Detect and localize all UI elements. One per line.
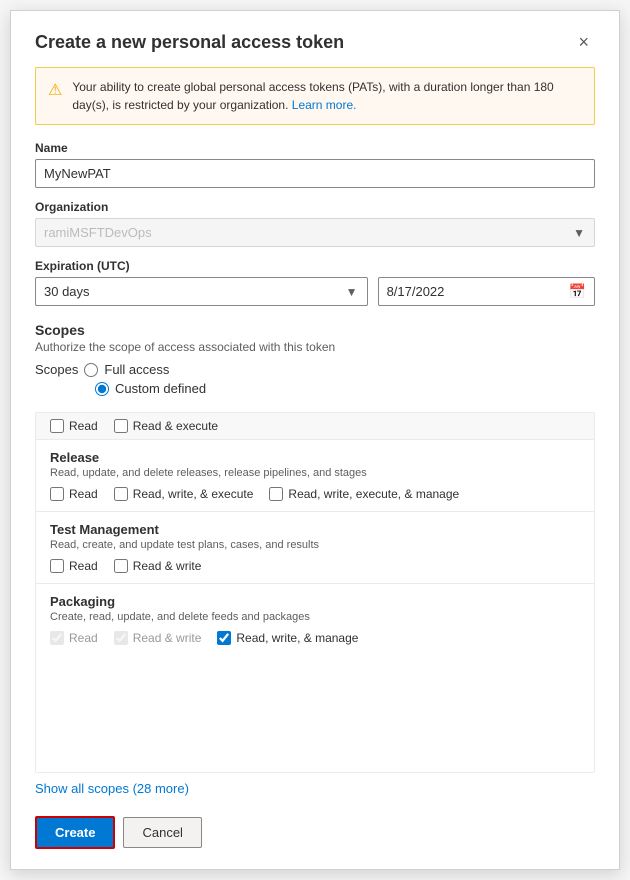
expiration-field-group: Expiration (UTC) 30 days 7 days 14 days … xyxy=(35,259,595,322)
warning-text: Your ability to create global personal a… xyxy=(72,78,582,114)
release-rwem-item: Read, write, execute, & manage xyxy=(269,487,459,501)
packaging-scope-section: Packaging Create, read, update, and dele… xyxy=(36,584,594,655)
learn-more-link[interactable]: Learn more. xyxy=(292,98,357,112)
packaging-rw-checkbox[interactable] xyxy=(114,631,128,645)
date-input[interactable] xyxy=(387,284,563,299)
scopes-description: Authorize the scope of access associated… xyxy=(35,340,595,354)
footer-buttons: Create Cancel xyxy=(35,816,595,849)
scopes-scroll-area[interactable]: Read Read & execute Release Read, update… xyxy=(36,413,594,733)
release-rwe-item: Read, write, & execute xyxy=(114,487,254,501)
custom-defined-label: Custom defined xyxy=(115,381,206,396)
packaging-read-item: Read xyxy=(50,631,98,645)
organization-field-group: Organization ramiMSFTDevOps ▼ xyxy=(35,200,595,259)
expiration-row: 30 days 7 days 14 days 90 days Custom de… xyxy=(35,277,595,306)
release-desc: Read, update, and delete releases, relea… xyxy=(50,467,580,479)
release-read-label: Read xyxy=(69,487,98,501)
calendar-icon: 📅 xyxy=(569,283,586,300)
create-button[interactable]: Create xyxy=(35,816,115,849)
release-title: Release xyxy=(50,450,580,465)
release-scope-section: Release Read, update, and delete release… xyxy=(36,440,594,512)
packaging-checkboxes: Read Read & write Read, write, & manage xyxy=(50,631,580,645)
partial-read-item: Read xyxy=(50,419,98,433)
scopes-section: Scopes Authorize the scope of access ass… xyxy=(35,322,595,400)
custom-defined-radio[interactable] xyxy=(95,382,109,396)
dialog-header: Create a new personal access token × xyxy=(35,31,595,53)
scopes-content-box: Read Read & execute Release Read, update… xyxy=(35,412,595,773)
create-pat-dialog: Create a new personal access token × ⚠ Y… xyxy=(10,10,620,870)
release-rwe-label: Read, write, & execute xyxy=(133,487,254,501)
packaging-rw-label: Read & write xyxy=(133,631,202,645)
release-read-checkbox[interactable] xyxy=(50,487,64,501)
release-checkboxes: Read Read, write, & execute Read, write,… xyxy=(50,487,580,501)
test-management-scope-section: Test Management Read, create, and update… xyxy=(36,512,594,584)
packaging-rwm-checkbox[interactable] xyxy=(217,631,231,645)
test-mgmt-checkboxes: Read Read & write xyxy=(50,559,580,573)
full-access-radio[interactable] xyxy=(84,363,98,377)
org-select: ramiMSFTDevOps xyxy=(35,218,595,247)
test-rw-item: Read & write xyxy=(114,559,202,573)
partial-scope-row: Read Read & execute xyxy=(36,413,594,440)
expiration-select-wrapper: 30 days 7 days 14 days 90 days Custom de… xyxy=(35,277,368,306)
packaging-desc: Create, read, update, and delete feeds a… xyxy=(50,611,580,623)
org-label: Organization xyxy=(35,200,595,214)
expiration-label: Expiration (UTC) xyxy=(35,259,595,273)
test-rw-label: Read & write xyxy=(133,559,202,573)
packaging-rw-item: Read & write xyxy=(114,631,202,645)
partial-read-execute-item: Read & execute xyxy=(114,419,218,433)
warning-banner: ⚠ Your ability to create global personal… xyxy=(35,67,595,125)
full-access-label: Full access xyxy=(104,362,169,377)
packaging-read-checkbox[interactable] xyxy=(50,631,64,645)
close-button[interactable]: × xyxy=(572,31,595,53)
name-field-group: Name xyxy=(35,141,595,200)
partial-read-execute-checkbox[interactable] xyxy=(114,419,128,433)
release-read-item: Read xyxy=(50,487,98,501)
release-rwem-checkbox[interactable] xyxy=(269,487,283,501)
test-read-checkbox[interactable] xyxy=(50,559,64,573)
date-input-wrapper: 📅 xyxy=(378,277,595,306)
name-label: Name xyxy=(35,141,595,155)
test-rw-checkbox[interactable] xyxy=(114,559,128,573)
test-mgmt-desc: Read, create, and update test plans, cas… xyxy=(50,539,580,551)
partial-read-checkbox[interactable] xyxy=(50,419,64,433)
scopes-radio-group: Scopes Full access xyxy=(35,362,595,377)
org-select-wrapper: ramiMSFTDevOps ▼ xyxy=(35,218,595,247)
warning-icon: ⚠ xyxy=(48,79,62,103)
packaging-read-label: Read xyxy=(69,631,98,645)
cancel-button[interactable]: Cancel xyxy=(123,817,201,848)
packaging-title: Packaging xyxy=(50,594,580,609)
custom-radio-row: Custom defined xyxy=(95,381,595,396)
name-input[interactable] xyxy=(35,159,595,188)
show-all-scopes-link[interactable]: Show all scopes (28 more) xyxy=(35,781,595,796)
release-rwe-checkbox[interactable] xyxy=(114,487,128,501)
release-rwem-label: Read, write, execute, & manage xyxy=(288,487,459,501)
expiration-select[interactable]: 30 days 7 days 14 days 90 days Custom de… xyxy=(35,277,368,306)
test-mgmt-title: Test Management xyxy=(50,522,580,537)
scopes-title: Scopes xyxy=(35,322,595,338)
partial-checkboxes-row: Read Read & execute xyxy=(50,419,580,433)
partial-read-execute-label: Read & execute xyxy=(133,419,218,433)
packaging-rwm-item: Read, write, & manage xyxy=(217,631,358,645)
packaging-rwm-label: Read, write, & manage xyxy=(236,631,358,645)
scopes-radio-label: Scopes xyxy=(35,362,78,377)
test-read-item: Read xyxy=(50,559,98,573)
dialog-title: Create a new personal access token xyxy=(35,32,344,53)
partial-read-label: Read xyxy=(69,419,98,433)
test-read-label: Read xyxy=(69,559,98,573)
